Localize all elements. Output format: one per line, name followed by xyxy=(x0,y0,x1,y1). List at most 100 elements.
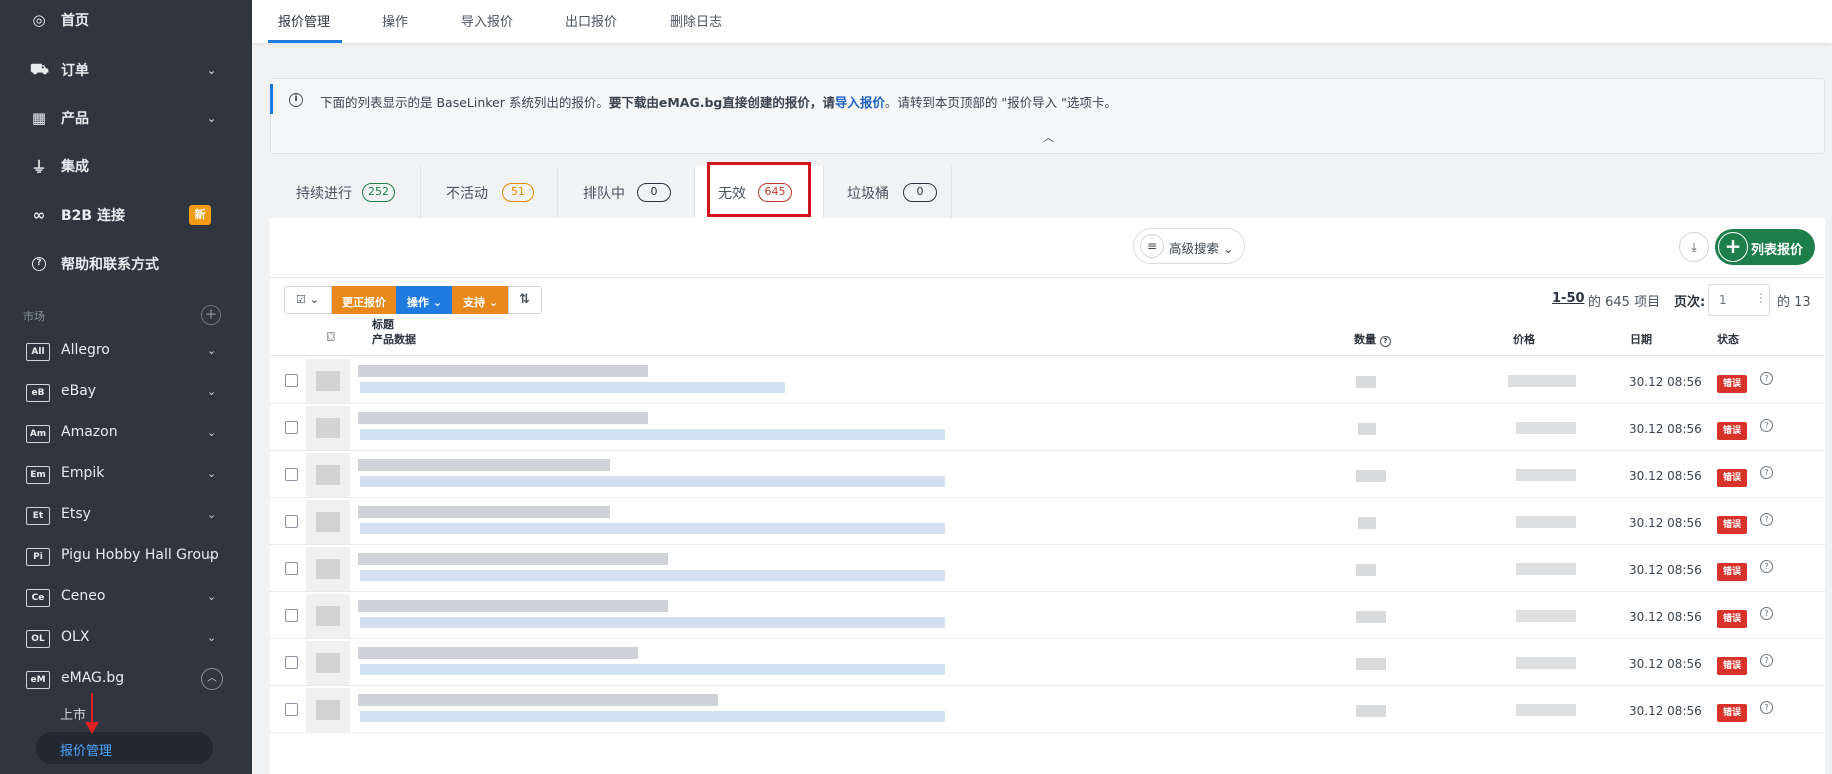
blurred-product-data xyxy=(360,711,945,722)
status-tab-trash[interactable]: 垃圾桶 0 xyxy=(824,166,952,218)
checkbox-icon: ☑ ⌄ xyxy=(296,293,319,306)
sidebar-item-integrations[interactable]: ⏚ 集成 xyxy=(0,146,252,186)
blurred-title xyxy=(358,506,610,518)
sidebar-subitem-offer-management[interactable]: 报价管理 xyxy=(36,732,213,764)
marketplace-pigu[interactable]: Pi Pigu Hobby Hall Group ⌄ xyxy=(0,539,252,575)
status-tab-label: 不活动 xyxy=(446,186,488,202)
marketplace-emag[interactable]: eM eMAG.bg ︿ xyxy=(0,662,252,698)
marketplace-amazon[interactable]: Am Amazon ⌄ xyxy=(0,416,252,452)
help-icon[interactable]: ? xyxy=(1760,654,1773,667)
select-all-dropdown[interactable]: ☑ ⌄ xyxy=(284,286,332,314)
status-tab-inactive[interactable]: 不活动 51 xyxy=(421,166,558,218)
table-row[interactable]: 30.12 08:56 错误 ? xyxy=(270,451,1825,498)
column-date[interactable]: 日期 xyxy=(1630,331,1652,347)
sidebar-item-label: 订单 xyxy=(61,63,89,79)
help-icon[interactable]: ? xyxy=(1760,560,1773,573)
column-quantity[interactable]: 数量 ? xyxy=(1354,331,1391,347)
help-icon[interactable]: ? xyxy=(1760,607,1773,620)
pagination-range[interactable]: 1-50 xyxy=(1552,291,1585,306)
tab-actions[interactable]: 操作 xyxy=(382,11,408,30)
status-tab-active[interactable]: 持续进行 252 xyxy=(270,166,421,218)
add-marketplace-button[interactable]: + xyxy=(201,305,221,325)
row-checkbox[interactable] xyxy=(285,421,298,434)
app-root: ◎ 首页 ⛟ 订单 ⌄ ▦ 产品 ⌄ ⏚ 集成 ∞ B2B 连接 新 ? 帮助和… xyxy=(0,0,1832,774)
table-header: ⌼ 标题 产品数据 数量 ? 价格 日期 状态 xyxy=(270,316,1825,356)
sidebar-item-dashboard[interactable]: ◎ 首页 xyxy=(0,0,252,40)
sidebar-subitem-label: 报价管理 xyxy=(60,744,113,759)
info-icon: i xyxy=(289,93,303,107)
info-text-plain: 下面的列表显示的是 BaseLinker 系统列出的报价。 xyxy=(320,95,609,110)
list-offer-button[interactable]: + 列表报价 xyxy=(1715,229,1815,265)
marketplace-ceneo[interactable]: Ce Ceneo ⌄ xyxy=(0,580,252,616)
page-number-input[interactable]: 1 ⋮ xyxy=(1708,284,1770,316)
row-checkbox[interactable] xyxy=(285,703,298,716)
sidebar-subitem-listings[interactable]: 上市 xyxy=(60,704,86,723)
chevron-down-icon: ⌄ xyxy=(207,467,217,480)
help-icon[interactable]: ? xyxy=(1760,513,1773,526)
info-text-bold: 要下载由eMAG.bg直接创建的报价，请 xyxy=(608,95,835,110)
chevron-up-icon[interactable]: ︿ xyxy=(201,668,223,690)
row-checkbox[interactable] xyxy=(285,562,298,575)
product-thumbnail xyxy=(306,453,350,497)
blurred-title xyxy=(358,553,668,565)
advanced-search-button[interactable]: ≡ 高级搜索 ⌄ xyxy=(1133,228,1245,264)
help-icon[interactable]: ? xyxy=(1760,419,1773,432)
column-status[interactable]: 状态 xyxy=(1717,331,1739,347)
row-checkbox[interactable] xyxy=(285,468,298,481)
row-checkbox[interactable] xyxy=(285,609,298,622)
marketplace-code: Am xyxy=(26,425,50,443)
marketplace-label: eBay xyxy=(61,383,97,399)
tab-export-offers[interactable]: 出口报价 xyxy=(565,11,617,30)
sidebar-item-products[interactable]: ▦ 产品 ⌄ xyxy=(0,98,252,138)
help-icon[interactable]: ? xyxy=(1760,701,1773,714)
column-title[interactable]: 标题 xyxy=(372,316,394,332)
support-dropdown[interactable]: 支持 ⌄ xyxy=(452,286,508,314)
blurred-product-data xyxy=(360,617,945,628)
chevron-down-icon: ⌄ xyxy=(207,549,217,562)
table-row[interactable]: 30.12 08:56 错误 ? xyxy=(270,498,1825,545)
marketplace-label: Allegro xyxy=(61,342,110,358)
chevron-down-icon: ⌄ xyxy=(207,426,217,439)
filter-icon: ≡ xyxy=(1140,234,1164,258)
status-tab-queued[interactable]: 排队中 0 xyxy=(558,166,695,218)
column-price[interactable]: 价格 xyxy=(1513,331,1535,347)
sidebar-item-help[interactable]: ? 帮助和联系方式 xyxy=(0,244,252,284)
update-offers-button[interactable]: 更正报价 xyxy=(332,286,396,314)
table-row[interactable]: 30.12 08:56 错误 ? xyxy=(270,686,1825,733)
sort-button[interactable]: ⇅ xyxy=(508,286,542,314)
sidebar-item-b2b[interactable]: ∞ B2B 连接 新 xyxy=(0,195,252,235)
blurred-quantity xyxy=(1356,564,1376,576)
help-icon[interactable]: ? xyxy=(1760,372,1773,385)
column-product-data[interactable]: 产品数据 xyxy=(372,331,416,347)
tab-import-offers[interactable]: 导入报价 xyxy=(461,11,513,30)
product-thumbnail xyxy=(306,547,350,591)
collapse-chevron-up-icon[interactable]: ︿ xyxy=(1043,129,1054,145)
marketplace-allegro[interactable]: All Allegro ⌄ xyxy=(0,334,252,370)
actions-dropdown[interactable]: 操作 ⌄ xyxy=(396,286,452,314)
marketplace-ebay[interactable]: eB eBay ⌄ xyxy=(0,375,252,411)
import-offers-link[interactable]: 导入报价 xyxy=(835,95,885,110)
row-checkbox[interactable] xyxy=(285,656,298,669)
marketplace-label: eMAG.bg xyxy=(61,670,125,686)
table-row[interactable]: 30.12 08:56 错误 ? xyxy=(270,639,1825,686)
marketplace-etsy[interactable]: Et Etsy ⌄ xyxy=(0,498,252,534)
tab-offer-management[interactable]: 报价管理 xyxy=(278,11,330,30)
row-checkbox[interactable] xyxy=(285,374,298,387)
status-count-badge: 51 xyxy=(502,183,534,202)
table-row[interactable]: 30.12 08:56 错误 ? xyxy=(270,404,1825,451)
table-row[interactable]: 30.12 08:56 错误 ? xyxy=(270,592,1825,639)
chevron-down-icon: ⌄ xyxy=(207,111,217,125)
blurred-price xyxy=(1516,610,1576,622)
top-tab-bar: 报价管理 操作 导入报价 出口报价 删除日志 xyxy=(252,0,1832,43)
table-row[interactable]: 30.12 08:56 错误 ? xyxy=(270,545,1825,592)
help-icon[interactable]: ? xyxy=(1760,466,1773,479)
sidebar-item-orders[interactable]: ⛟ 订单 ⌄ xyxy=(0,50,252,90)
actions-label: 操作 ⌄ xyxy=(407,296,443,309)
table-row[interactable]: 30.12 08:56 错误 ? xyxy=(270,357,1825,404)
row-checkbox[interactable] xyxy=(285,515,298,528)
blurred-quantity xyxy=(1356,376,1376,388)
marketplace-olx[interactable]: OL OLX ⌄ xyxy=(0,621,252,657)
download-icon[interactable]: ⤓ xyxy=(1679,232,1709,262)
marketplace-empik[interactable]: Em Empik ⌄ xyxy=(0,457,252,493)
tab-delete-log[interactable]: 删除日志 xyxy=(670,11,722,30)
